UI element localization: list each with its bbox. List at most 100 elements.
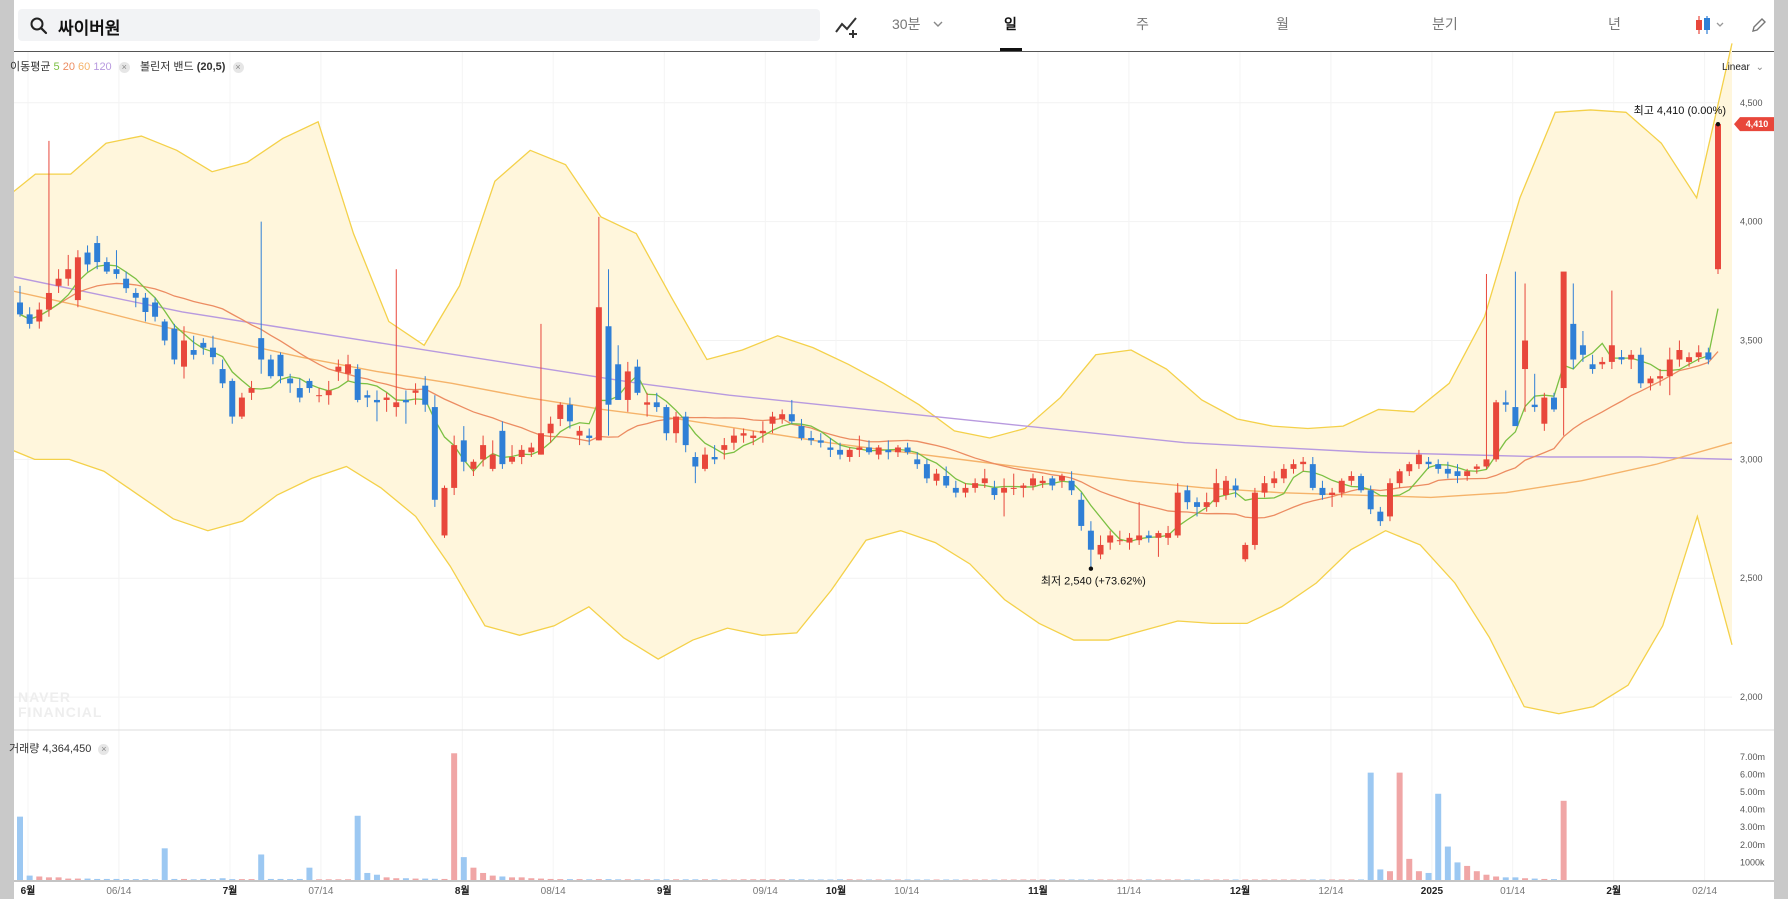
volume-bar bbox=[84, 878, 91, 880]
candle-body bbox=[586, 435, 593, 438]
candle-body bbox=[788, 414, 795, 422]
volume-bar bbox=[1319, 879, 1326, 880]
candle-body bbox=[1425, 461, 1432, 465]
last-price-label: 4,410 bbox=[1746, 119, 1769, 129]
volume-legend-close-icon[interactable]: × bbox=[98, 743, 110, 755]
candle-body bbox=[1444, 468, 1451, 474]
candle-body bbox=[470, 461, 477, 469]
candle-body bbox=[345, 364, 352, 374]
candle-body bbox=[1415, 454, 1422, 465]
candle-body bbox=[1222, 480, 1229, 496]
volume-tick-label: 7.00m bbox=[1740, 752, 1765, 762]
time-tick-label: 10월 bbox=[826, 885, 846, 897]
volume-bar bbox=[914, 879, 921, 880]
candle-body bbox=[634, 366, 641, 393]
volume-bar bbox=[74, 878, 81, 880]
candle-body bbox=[692, 456, 699, 467]
volume-bar bbox=[557, 879, 564, 880]
candle-body bbox=[1435, 464, 1442, 469]
watermark-line: FINANCIAL bbox=[18, 704, 103, 720]
volume-bar bbox=[1242, 879, 1249, 880]
candle-body bbox=[1213, 483, 1220, 503]
candle-body bbox=[576, 430, 583, 436]
candle-body bbox=[721, 445, 728, 450]
candle-body bbox=[441, 487, 448, 536]
candle-body bbox=[1493, 402, 1500, 460]
candle-body bbox=[1010, 487, 1017, 489]
volume-bar bbox=[576, 879, 583, 880]
candle-body bbox=[84, 252, 91, 265]
time-tick-label: 6월 bbox=[21, 885, 36, 897]
bb-legend-close-icon[interactable]: × bbox=[232, 61, 244, 73]
volume-bar bbox=[1367, 772, 1374, 880]
candle-body bbox=[1502, 402, 1509, 405]
volume-bar bbox=[26, 875, 33, 880]
volume-bar bbox=[509, 877, 516, 880]
candle-body bbox=[1020, 485, 1027, 488]
time-tick-label: 2월 bbox=[1606, 885, 1621, 897]
volume-bar bbox=[1251, 879, 1258, 880]
candle-body bbox=[981, 478, 988, 484]
volume-bar bbox=[827, 879, 834, 880]
volume-bar bbox=[1396, 772, 1403, 880]
volume-bar bbox=[1512, 877, 1519, 880]
candle-body bbox=[489, 454, 496, 469]
volume-bar bbox=[701, 879, 708, 880]
candle-body bbox=[1058, 476, 1065, 481]
candle-body bbox=[55, 278, 62, 286]
watermark-line: NAVER bbox=[18, 689, 71, 705]
volume-bar bbox=[1203, 879, 1210, 880]
volume-tick-label: 4.00m bbox=[1740, 805, 1765, 815]
volume-bar bbox=[123, 879, 130, 880]
volume-bar bbox=[1550, 879, 1557, 880]
volume-bar bbox=[1444, 846, 1451, 880]
volume-bar bbox=[152, 879, 159, 880]
time-tick-label: 01/14 bbox=[1500, 886, 1525, 897]
volume-bar bbox=[306, 867, 313, 880]
volume-bar bbox=[788, 879, 795, 880]
candle-body bbox=[1174, 492, 1181, 536]
volume-bar bbox=[161, 848, 168, 880]
volume-bar bbox=[875, 879, 882, 880]
volume-bar bbox=[499, 876, 506, 880]
candle-body bbox=[287, 378, 294, 384]
volume-bar bbox=[1454, 862, 1461, 880]
candle-body bbox=[123, 278, 130, 289]
candle-body bbox=[1637, 354, 1644, 384]
candle-body bbox=[701, 454, 708, 469]
volume-bar bbox=[277, 878, 284, 880]
volume-bar bbox=[132, 879, 139, 880]
candle-body bbox=[1686, 357, 1693, 362]
volume-bar bbox=[846, 879, 853, 880]
candle-body bbox=[94, 243, 101, 263]
volume-bar bbox=[1165, 879, 1172, 880]
volume-bar bbox=[219, 878, 226, 880]
candle-body bbox=[431, 407, 438, 500]
candle-body bbox=[1618, 357, 1625, 360]
volume-bar bbox=[1271, 879, 1278, 880]
ma-legend-close-icon[interactable]: × bbox=[118, 61, 130, 73]
candle-body bbox=[373, 399, 380, 403]
candle-body bbox=[518, 449, 525, 457]
watermark-logo: NAVER FINANCIAL bbox=[18, 690, 102, 720]
volume-bar bbox=[962, 879, 969, 880]
candle-body bbox=[1078, 499, 1085, 526]
candle-body bbox=[798, 426, 805, 438]
volume-tick-label: 2.00m bbox=[1740, 840, 1765, 850]
candle-body bbox=[528, 447, 535, 453]
candle-body bbox=[296, 388, 303, 398]
price-tick-label: 2,000 bbox=[1740, 692, 1763, 702]
volume-bar bbox=[1049, 879, 1056, 880]
time-tick-label: 06/14 bbox=[106, 886, 131, 897]
volume-bar bbox=[808, 879, 815, 880]
candle-body bbox=[653, 402, 660, 408]
bb-legend-params: (20,5) bbox=[196, 61, 226, 73]
candle-body bbox=[1541, 397, 1548, 424]
volume-bar bbox=[1329, 879, 1336, 880]
candle-body bbox=[866, 447, 872, 453]
time-tick-label: 10/14 bbox=[894, 886, 919, 897]
volume-bar bbox=[113, 878, 120, 880]
high-marker bbox=[1715, 121, 1721, 127]
scale-dropdown[interactable]: Linear ⌄ bbox=[1722, 62, 1764, 73]
volume-bar bbox=[1280, 879, 1287, 880]
